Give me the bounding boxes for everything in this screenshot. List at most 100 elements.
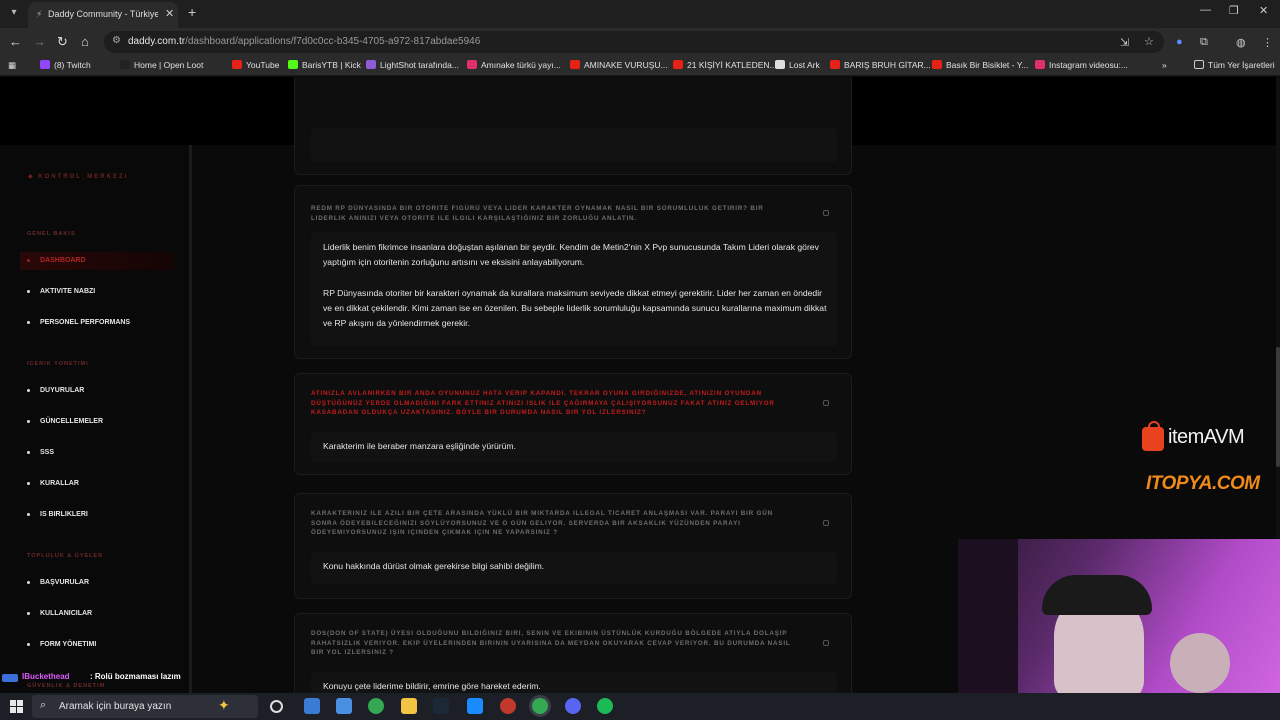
question-text: KARAKTERINIZ ILE AZILI BIR ÇETE ARASINDA…	[311, 510, 773, 536]
bookmark-item[interactable]: BarisYTB | Kick	[288, 60, 361, 70]
bullet-icon	[27, 321, 30, 324]
bookmark-item[interactable]: Home | Open Loot	[120, 60, 203, 70]
answer-box: Liderlik benim fikrimce insanlara doğuşt…	[311, 232, 837, 346]
sidebar-item-dashboard[interactable]: DASHBOARD	[20, 252, 174, 270]
new-tab-icon[interactable]: +	[188, 4, 196, 20]
extension-icon[interactable]: ●	[1176, 36, 1183, 48]
extensions-puzzle-icon[interactable]: ⧉	[1200, 36, 1208, 49]
bookmark-item[interactable]: (8) Twitch	[40, 60, 91, 70]
sidebar-item-guncellemeler[interactable]: GÜNCELLEMELER	[20, 413, 174, 431]
tab-favicon-icon: ⚡	[36, 9, 43, 19]
more-bookmarks-icon[interactable]: »	[1162, 60, 1167, 70]
bookmark-star-icon[interactable]: ☆	[1144, 35, 1154, 48]
bullet-icon	[27, 290, 30, 293]
sidebar-item-basvurular[interactable]: BAŞVURULAR	[20, 574, 174, 592]
question-text: REDM RP DÜNYASINDA BIR OTORITE FIGÜRÜ VE…	[311, 205, 764, 222]
all-bookmarks-folder[interactable]: Tüm Yer İşaretleri	[1194, 60, 1275, 70]
taskbar-search-input[interactable]: ⌕ Aramak için buraya yazın ✦	[32, 695, 258, 718]
url-path: /dashboard/applications/f7d0c0cc-b345-47…	[185, 36, 481, 47]
bullet-icon	[27, 482, 30, 485]
restore-icon[interactable]: ❐	[1229, 4, 1239, 17]
bullet-icon	[27, 513, 30, 516]
question-card: DOS(DON OF STATE) ÜYESI OLDUĞUNU BILDIĞI…	[294, 613, 852, 693]
install-app-icon[interactable]: ⇲	[1120, 36, 1129, 49]
app-icon[interactable]	[467, 698, 483, 714]
bookmark-item[interactable]: BARIŞ BRUH GİTAR...	[830, 60, 931, 70]
bookmark-item[interactable]: Basık Bir Bisiklet - Y...	[932, 60, 1028, 70]
shopping-bag-icon	[1142, 421, 1164, 451]
bookmarks-bar: ▦ (8) Twitch Home | Open Loot YouTube Ba…	[0, 56, 1280, 76]
chat-overlay: IBucket­head : Rolü bozmaması lazım	[0, 671, 260, 691]
chrome-active-icon[interactable]	[532, 698, 548, 714]
app-icon[interactable]	[304, 698, 320, 714]
question-card: ATINIZLA AVLANIRKEN BIR ANDA OYUNUNUZ HA…	[294, 373, 852, 475]
sidebar-item-sss[interactable]: SSS	[20, 444, 174, 462]
profile-icon[interactable]: ◍	[1236, 36, 1246, 49]
task-view-icon[interactable]	[336, 698, 352, 714]
site-info-icon[interactable]: ⚙	[112, 35, 121, 46]
sidebar-item-kullanicilar[interactable]: KULLANICILAR	[20, 605, 174, 623]
answer-text: RP Dünyasında otoriter bir karakteri oyn…	[323, 288, 827, 328]
home-icon[interactable]: ⌂	[81, 34, 89, 49]
minimize-icon[interactable]: —	[1200, 4, 1211, 16]
app-icon[interactable]	[500, 698, 516, 714]
forward-icon[interactable]: →	[33, 34, 46, 49]
webcam-overlay	[958, 539, 1280, 693]
answer-box: Konuyu çete liderime bildirir, emrine gö…	[311, 672, 837, 693]
windows-start-icon[interactable]	[10, 700, 23, 713]
scrollbar-thumb[interactable]	[1276, 347, 1280, 467]
sidebar-item-aktivite[interactable]: AKTIVITE NABZI	[20, 283, 174, 301]
answer-box	[311, 128, 837, 162]
bullet-icon	[27, 389, 30, 392]
dashboard-page: ◆ KONTROL_MERKEZI GENEL BAKIS DASHBOARD …	[0, 77, 1280, 693]
sparkle-icon: ✦	[218, 697, 230, 713]
chat-username: IBucket­head	[22, 672, 70, 681]
back-icon[interactable]: ←	[9, 34, 22, 49]
steam-icon[interactable]	[433, 698, 449, 714]
copy-icon[interactable]	[823, 520, 829, 526]
bookmark-item[interactable]: AMINAKE VURUŞU...	[570, 60, 668, 70]
sidebar-group-label: ICERIK YONETIMI	[27, 361, 89, 367]
chrome-icon[interactable]	[368, 698, 384, 714]
copy-icon[interactable]	[823, 210, 829, 216]
answer-box: Karakterim ile beraber manzara eşliğinde…	[311, 432, 837, 462]
sidebar: ◆ KONTROL_MERKEZI GENEL BAKIS DASHBOARD …	[0, 145, 192, 693]
chat-badge-icon	[2, 674, 18, 682]
bullet-icon	[27, 643, 30, 646]
sidebar-item-personel[interactable]: PERSONEL PERFORMANS	[20, 314, 174, 332]
question-text: ATINIZLA AVLANIRKEN BIR ANDA OYUNUNUZ HA…	[311, 390, 775, 416]
browser-tab-bar: ▾ ⚡ Daddy Community - Türkiye'nin ✕ + — …	[0, 0, 1280, 28]
sidebar-item-kurallar[interactable]: KURALLAR	[20, 475, 174, 493]
url-domain: daddy.com.tr	[128, 36, 186, 47]
tab-close-icon[interactable]: ✕	[165, 7, 174, 20]
bookmark-item[interactable]: Instagram videosu:...	[1035, 60, 1128, 70]
address-toolbar: ← → ↻ ⌂ ⚙ daddy.com.tr/dashboard/applica…	[0, 28, 1280, 56]
copy-icon[interactable]	[823, 400, 829, 406]
bookmark-item[interactable]: Lost Ark	[775, 60, 820, 70]
reload-icon[interactable]: ↻	[57, 34, 68, 50]
sidebar-item-is-birlikleri[interactable]: IS BIRLIKLERI	[20, 506, 174, 524]
copy-icon[interactable]	[823, 640, 829, 646]
question-text: DOS(DON OF STATE) ÜYESI OLDUĞUNU BILDIĞI…	[311, 630, 791, 656]
tab-search-icon[interactable]: ▾	[6, 5, 22, 21]
spotify-icon[interactable]	[597, 698, 613, 714]
answer-text: Karakterim ile beraber manzara eşliğinde…	[323, 441, 516, 451]
bullet-icon	[27, 420, 30, 423]
bullet-icon	[27, 581, 30, 584]
url-input[interactable]: ⚙ daddy.com.tr/dashboard/applications/f7…	[104, 31, 1164, 53]
cortana-icon[interactable]	[270, 700, 283, 713]
file-explorer-icon[interactable]	[401, 698, 417, 714]
bookmark-item[interactable]: Amınake türkü yayı...	[467, 60, 561, 70]
discord-icon[interactable]	[565, 698, 581, 714]
bookmark-item[interactable]: 21 KİŞİYİ KATLEDEN...	[673, 60, 777, 70]
menu-kebab-icon[interactable]: ⋮	[1262, 36, 1273, 49]
apps-grid-icon[interactable]: ▦	[8, 60, 16, 71]
sidebar-item-form-yonetimi[interactable]: FORM YÖNETIMI	[20, 636, 174, 654]
bookmark-item[interactable]: YouTube	[232, 60, 279, 70]
sidebar-item-duyurular[interactable]: DUYURULAR	[20, 382, 174, 400]
close-window-icon[interactable]: ✕	[1259, 4, 1268, 17]
bookmark-item[interactable]: LightShot tarafında...	[366, 60, 459, 70]
answer-box: Konu hakkında dürüst olmak gerekirse bil…	[311, 552, 837, 584]
browser-tab[interactable]: ⚡ Daddy Community - Türkiye'nin ✕	[28, 2, 178, 28]
question-card: REDM RP DÜNYASINDA BIR OTORITE FIGÜRÜ VE…	[294, 185, 852, 359]
